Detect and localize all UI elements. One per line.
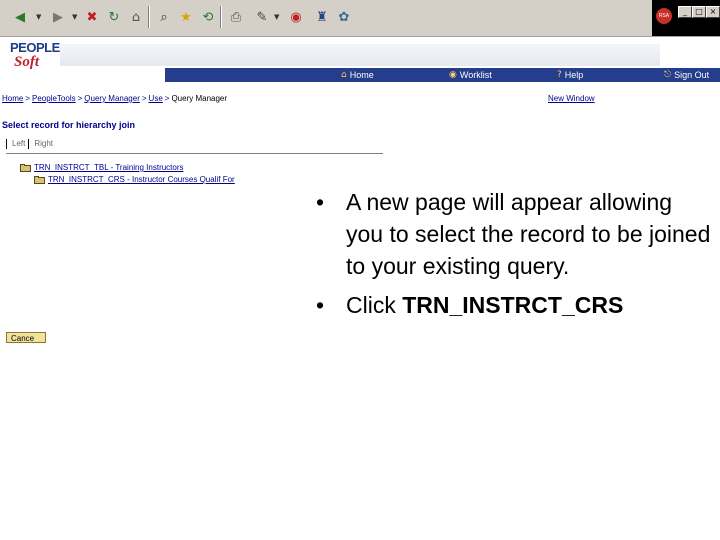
tab-divider: [28, 139, 30, 149]
related-icon[interactable]: ✿: [336, 9, 352, 25]
print-icon[interactable]: ⎙: [228, 9, 244, 25]
edit-icon[interactable]: ✎: [254, 9, 270, 25]
record-trn-instrct-tbl-link[interactable]: TRN_INSTRCT_TBL - Training Instructors: [34, 163, 184, 172]
nav-signout-link[interactable]: ⎋ Sign Out: [664, 69, 709, 81]
tab-right[interactable]: Right: [34, 139, 53, 149]
worklist-icon: ◉: [449, 70, 457, 80]
breadcrumb-separator: >: [164, 94, 170, 103]
toolbar-separator: [220, 6, 222, 28]
divider: [6, 153, 383, 154]
breadcrumb-current: Query Manager: [171, 94, 228, 103]
breadcrumb-separator: >: [77, 94, 83, 103]
brand-logo-icon: RSA: [656, 8, 672, 24]
maximize-button[interactable]: □: [692, 6, 706, 18]
bullet-text-bold: TRN_INSTRCT_CRS: [402, 292, 624, 318]
nav-signout-label: Sign Out: [674, 70, 710, 80]
record-trn-instrct-crs-link[interactable]: TRN_INSTRCT_CRS - Instructor Courses Qua…: [48, 175, 235, 184]
breadcrumb-separator: >: [141, 94, 147, 103]
nav-worklist-link[interactable]: ◉ Worklist: [449, 69, 492, 81]
breadcrumb-query-manager[interactable]: Query Manager: [84, 94, 140, 103]
signout-icon: ⎋: [664, 70, 672, 80]
browser-toolbar: ◀ ▼ ▶ ▼ ✖ ↻ ⌂ ⌕ ★ ⟲ ⎙ ✎ ▼ ◉ ♜ ✿ RSA _ □ …: [0, 0, 720, 37]
back-dropdown-icon[interactable]: ▼: [36, 13, 41, 21]
nav-home-link[interactable]: ⌂ Home: [341, 69, 374, 81]
history-icon[interactable]: ⟲: [200, 9, 216, 25]
refresh-icon[interactable]: ↻: [106, 9, 122, 25]
breadcrumb-home[interactable]: Home: [2, 94, 23, 103]
forward-icon[interactable]: ▶: [50, 9, 66, 25]
slide-bullets: • A new page will appear allowing you to…: [316, 186, 712, 328]
folder-icon: [20, 163, 31, 172]
back-icon[interactable]: ◀: [12, 9, 28, 25]
minimize-button[interactable]: _: [678, 6, 692, 18]
breadcrumb-peopletools[interactable]: PeopleTools: [32, 94, 76, 103]
favorites-icon[interactable]: ★: [178, 9, 194, 25]
open-folder-icon: [34, 175, 45, 184]
breadcrumb-use[interactable]: Use: [149, 94, 163, 103]
tab-left[interactable]: Left: [12, 139, 25, 149]
logo-top-text: PEOPLE: [10, 40, 60, 55]
help-icon: ?: [557, 70, 562, 80]
home-icon[interactable]: ⌂: [128, 9, 144, 25]
bullet-text-prefix: Click: [346, 292, 403, 318]
nav-worklist-label: Worklist: [459, 70, 492, 80]
nav-help-link[interactable]: ? Help: [557, 69, 583, 81]
bullet-item: • A new page will appear allowing you to…: [316, 186, 712, 282]
breadcrumb-separator: >: [25, 94, 31, 103]
toolbar-separator: [148, 6, 150, 28]
messenger-icon[interactable]: ♜: [314, 9, 330, 25]
bullet-marker: •: [316, 292, 325, 318]
tree-row: TRN_INSTRCT_TBL - Training Instructors: [20, 163, 184, 172]
nav-help-label: Help: [564, 70, 584, 80]
bullet-item: • Click TRN_INSTRCT_CRS: [316, 289, 712, 321]
close-button[interactable]: ×: [706, 6, 720, 18]
tree-row: TRN_INSTRCT_CRS - Instructor Courses Qua…: [34, 175, 235, 184]
stop-icon[interactable]: ✖: [84, 9, 100, 25]
bullet-text: A new page will appear allowing you to s…: [346, 189, 711, 279]
logo-bottom-text: Soft: [14, 54, 40, 70]
new-window-link[interactable]: New Window: [548, 94, 595, 103]
cancel-button[interactable]: Cance: [6, 332, 46, 343]
home-icon: ⌂: [341, 70, 347, 80]
left-right-tabs: Left Right: [6, 139, 53, 149]
page-title: Select record for hierarchy join: [2, 120, 136, 130]
tab-divider: [6, 139, 7, 149]
forward-dropdown-icon[interactable]: ▼: [72, 13, 77, 21]
nav-band: [165, 68, 720, 82]
browser-brand-area: RSA _ □ ×: [652, 0, 720, 36]
breadcrumb: Home > PeopleTools > Query Manager > Use > Query…: [2, 94, 227, 103]
header-stripe: [60, 44, 660, 66]
discuss-icon[interactable]: ◉: [288, 9, 304, 25]
peoplesoft-logo: PEOPLE Soft: [10, 40, 60, 73]
nav-home-label: Home: [349, 70, 374, 80]
bullet-marker: •: [316, 189, 325, 215]
search-icon[interactable]: ⌕: [156, 9, 172, 25]
edit-dropdown-icon[interactable]: ▼: [274, 13, 279, 21]
